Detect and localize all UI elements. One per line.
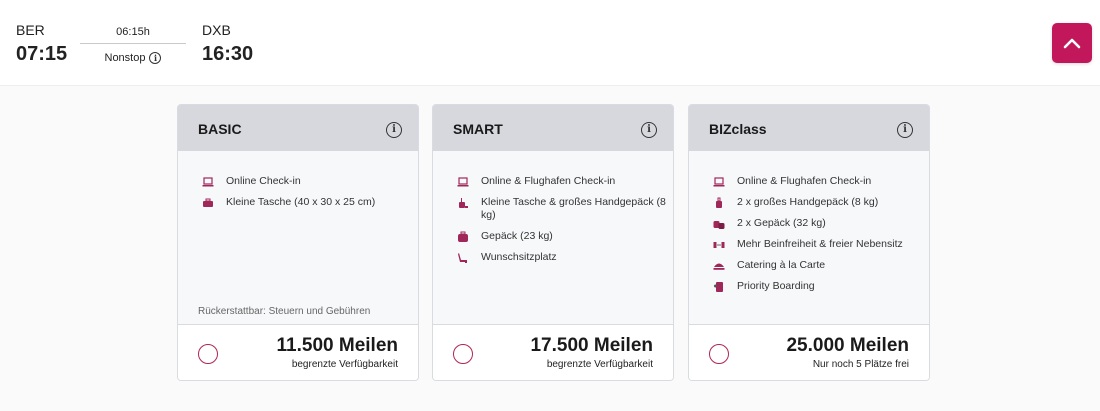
feature-item: Gepäck (23 kg) — [457, 230, 673, 243]
feature-item: Catering à la Carte — [713, 259, 929, 272]
feature-text: Gepäck (23 kg) — [481, 230, 553, 242]
feature-item: Wunschsitzplatz — [457, 251, 673, 264]
feature-text: Priority Boarding — [737, 280, 815, 292]
feature-item: Kleine Tasche (40 x 30 x 25 cm) — [202, 196, 418, 209]
miles-price: 25.000 Meilen — [786, 335, 909, 356]
feature-text: Online Check-in — [226, 175, 301, 187]
catering-icon — [713, 263, 725, 270]
fare-footer[interactable]: 17.500 Meilen begrenzte Verfügbarkeit — [433, 324, 673, 380]
feature-item: 2 x großes Handgepäck (8 kg) — [713, 196, 929, 209]
info-icon[interactable]: i — [386, 122, 402, 138]
trolley-bag-icon — [716, 197, 722, 208]
feature-text: 2 x Gepäck (32 kg) — [737, 217, 826, 229]
info-icon[interactable]: i — [641, 122, 657, 138]
info-icon[interactable]: i — [897, 122, 913, 138]
destination-code: DXB — [202, 22, 231, 38]
flight-summary: BER 07:15 06:15h Nonstop i DXB 16:30 — [0, 0, 1100, 86]
duration-text: 06:15h — [116, 26, 150, 38]
miles-price: 11.500 Meilen — [276, 335, 398, 356]
feature-text: Mehr Beinfreiheit & freier Nebensitz — [737, 238, 903, 250]
fare-name: BIZclass — [709, 121, 767, 137]
feature-text: Kleine Tasche (40 x 30 x 25 cm) — [226, 196, 376, 208]
fare-features: Online & Flughafen Check-in Kleine Tasch… — [433, 151, 673, 325]
feature-item: 2 x Gepäck (32 kg) — [713, 217, 929, 230]
departure: BER 07:15 — [16, 22, 67, 67]
feature-text: Catering à la Carte — [737, 259, 826, 271]
flight-duration: 06:15h Nonstop i — [80, 25, 186, 66]
availability-text: begrenzte Verfügbarkeit — [546, 359, 653, 370]
chevron-up-icon — [1063, 38, 1081, 49]
feature-item: Online & Flughafen Check-in — [457, 175, 673, 188]
trolley-bag-icon — [459, 198, 468, 208]
fare-price: 11.500 Meilen begrenzte Verfügbarkeit — [277, 335, 398, 371]
suitcase-icon — [458, 231, 468, 242]
feature-item: Online Check-in — [202, 175, 418, 188]
laptop-icon — [713, 177, 725, 187]
suitcases-icon — [713, 221, 725, 229]
collapse-button[interactable] — [1052, 23, 1092, 63]
feature-text: Kleine Tasche & großes Handgepäck (8 kg) — [481, 196, 666, 221]
feature-item: Priority Boarding — [713, 280, 929, 293]
availability-text: Nur noch 5 Plätze frei — [812, 359, 909, 370]
departure-time: 07:15 — [16, 43, 68, 65]
fare-features: Online Check-in Kleine Tasche (40 x 30 x… — [178, 151, 418, 325]
feature-item: Kleine Tasche & großes Handgepäck (8 kg) — [457, 196, 673, 222]
stops-text: Nonstop — [104, 52, 146, 64]
legroom-icon — [713, 242, 725, 248]
fare-footer[interactable]: 25.000 Meilen Nur noch 5 Plätze frei — [689, 324, 929, 380]
fare-options: BASIC i Online Check-in Kleine Tasche (4… — [0, 86, 1100, 411]
fare-card-bizclass[interactable]: BIZclass i Online & Flughafen Check-in 2… — [688, 104, 930, 381]
fare-name: SMART — [453, 121, 503, 137]
origin-code: BER — [16, 22, 45, 38]
fare-radio[interactable] — [453, 344, 473, 364]
fare-price: 25.000 Meilen Nur noch 5 Plätze frei — [786, 335, 909, 371]
fare-header: BASIC i — [178, 105, 418, 151]
arrival: DXB 16:30 — [202, 22, 253, 67]
info-icon[interactable]: i — [149, 52, 162, 64]
fare-radio[interactable] — [709, 344, 729, 364]
fare-features: Online & Flughafen Check-in 2 x großes H… — [689, 151, 929, 325]
seat-icon — [458, 253, 467, 263]
fare-card-basic[interactable]: BASIC i Online Check-in Kleine Tasche (4… — [177, 104, 419, 381]
feature-item: Online & Flughafen Check-in — [713, 175, 929, 188]
fare-price: 17.500 Meilen begrenzte Verfügbarkeit — [530, 335, 653, 371]
route-line — [80, 43, 186, 44]
feature-text: Online & Flughafen Check-in — [481, 175, 616, 187]
stops-info[interactable]: Nonstop i — [105, 51, 162, 65]
refund-note: Rückerstattbar: Steuern und Gebühren — [198, 306, 371, 317]
fare-name: BASIC — [198, 121, 242, 137]
arrival-time: 16:30 — [202, 43, 254, 65]
fare-header: SMART i — [433, 105, 673, 151]
fare-header: BIZclass i — [689, 105, 929, 151]
feature-text: 2 x großes Handgepäck (8 kg) — [737, 196, 879, 208]
fare-radio[interactable] — [198, 344, 218, 364]
laptop-icon — [202, 177, 214, 187]
fare-footer[interactable]: 11.500 Meilen begrenzte Verfügbarkeit — [178, 324, 418, 380]
feature-text: Wunschsitzplatz — [481, 251, 557, 263]
small-bag-icon — [203, 198, 213, 207]
miles-price: 17.500 Meilen — [530, 335, 653, 356]
availability-text: begrenzte Verfügbarkeit — [291, 359, 398, 370]
fare-card-smart[interactable]: SMART i Online & Flughafen Check-in Klei… — [432, 104, 674, 381]
feature-item: Mehr Beinfreiheit & freier Nebensitz — [713, 238, 929, 251]
feature-text: Online & Flughafen Check-in — [737, 175, 872, 187]
laptop-icon — [457, 177, 469, 187]
priority-boarding-icon — [714, 282, 723, 292]
